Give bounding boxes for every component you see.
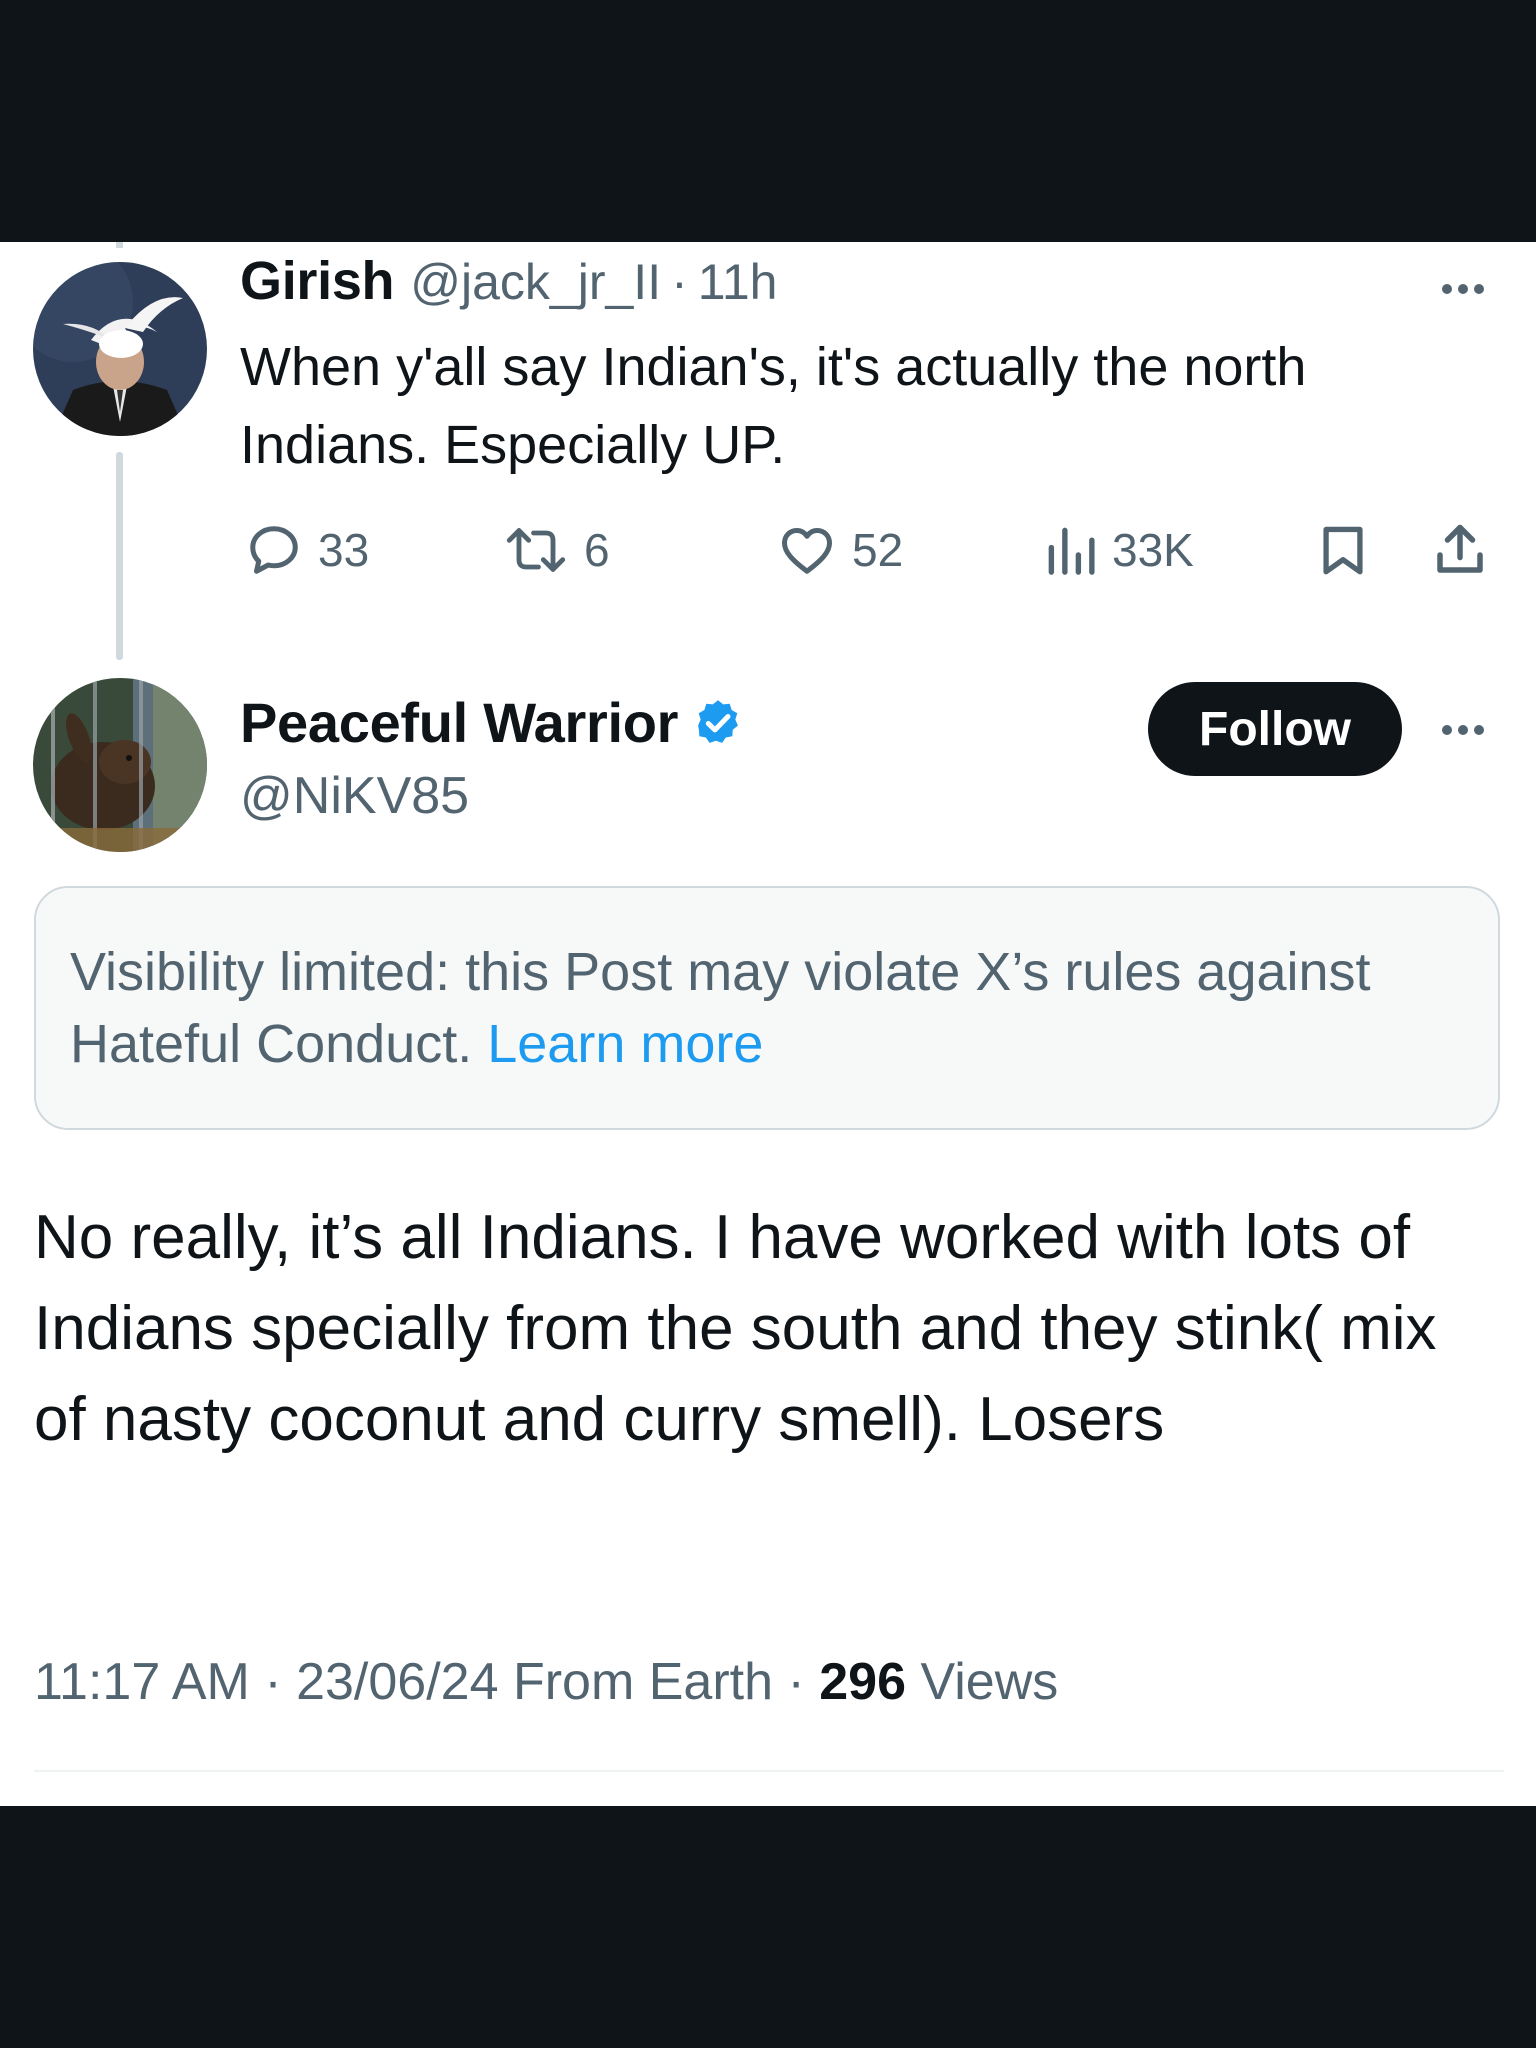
share-button[interactable] [1430,510,1490,590]
reply-author-avatar[interactable] [33,678,207,852]
bookmark-button[interactable] [1314,510,1372,590]
reply-author-handle[interactable]: @NiKV85 [240,766,469,826]
repost-icon [506,528,566,572]
views-icon [1048,527,1095,575]
reply-button[interactable]: 33 [244,510,369,590]
share-icon [1437,524,1483,573]
meta-dot-1: · [264,1653,282,1711]
verified-badge-icon [698,699,739,743]
reply-icon [250,526,298,574]
bookmark-icon [1323,526,1363,575]
parent-more-options-icon[interactable] [1442,284,1484,294]
thread-line-top [116,242,123,248]
bottom-letterbox [0,1806,1536,2048]
like-count: 52 [852,524,904,576]
separator-dot: · [671,254,688,310]
repost-count: 6 [584,524,610,576]
parent-author-avatar[interactable] [33,262,207,436]
parent-author-handle[interactable]: @jack_jr_II [410,253,661,311]
parent-post-text: When y'all say Indian's, it's actually t… [240,337,1307,475]
follow-button[interactable]: Follow [1148,682,1402,776]
visibility-limited-notice: Visibility limited: this Post may violat… [34,886,1500,1130]
post-time[interactable]: 11:17 AM [34,1653,250,1711]
post-detail-view: Girish @jack_jr_II · 11h When y'all say … [0,242,1536,1806]
thread-connector-line [116,452,123,660]
parent-post-time[interactable]: 11h [698,253,778,311]
top-letterbox [0,0,1536,242]
like-icon [782,528,832,574]
views-label[interactable]: Views [920,1653,1058,1711]
reply-author-name[interactable]: Peaceful Warrior [240,690,678,755]
parent-action-bar: 33 6 52 33K [240,510,1506,590]
meta-dot-2: · [787,1653,805,1711]
parent-post-header: Girish @jack_jr_II · 11h [240,250,777,314]
like-button[interactable]: 52 [776,510,903,590]
bottom-divider [34,1770,1504,1772]
post-source: From Earth [512,1653,774,1711]
views-button[interactable]: 33K [1044,510,1194,590]
reply-more-options-icon[interactable] [1442,725,1484,735]
parent-author-name[interactable]: Girish [240,250,395,312]
views-count: 33K [1112,524,1194,576]
views-total: 296 [819,1653,907,1711]
reply-count: 33 [318,524,370,576]
reply-post-text: No really, it’s all Indians. I have work… [34,1203,1437,1454]
reply-post-header: Peaceful Warrior [240,690,744,755]
post-date[interactable]: 23/06/24 [296,1653,498,1711]
post-metadata: 11:17 AM · 23/06/24 From Earth · 296 Vie… [34,1652,1058,1712]
repost-button[interactable]: 6 [502,510,610,590]
learn-more-link[interactable]: Learn more [487,1014,763,1074]
